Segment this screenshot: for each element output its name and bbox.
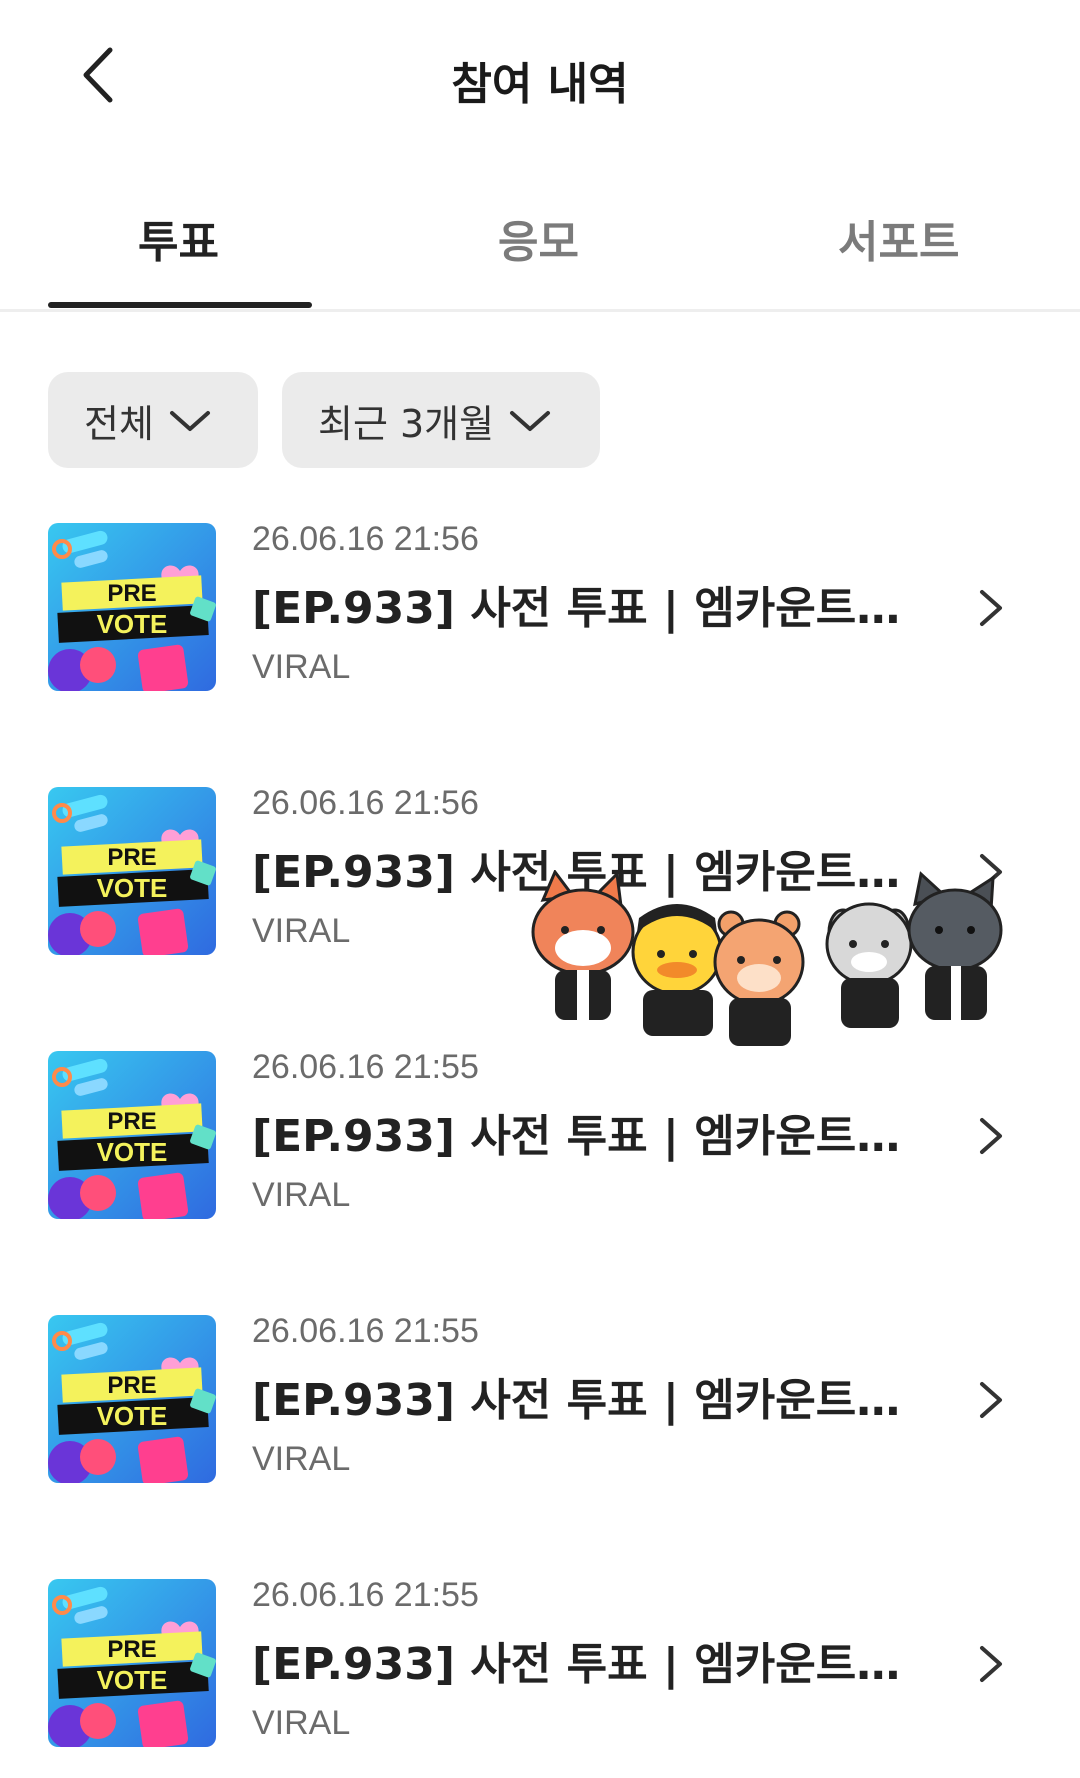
active-tab-indicator bbox=[48, 302, 312, 308]
thumb-line1: PRE bbox=[107, 1636, 156, 1663]
filter-period-label: 최근 3개월 bbox=[318, 401, 495, 446]
thumb-line2: VOTE bbox=[97, 1401, 168, 1431]
item-date: 26.06.16 21:56 bbox=[252, 520, 479, 558]
item-date: 26.06.16 21:55 bbox=[252, 1576, 479, 1614]
pre-vote-thumbnail: PRE VOTE bbox=[48, 523, 216, 691]
filter-period-dropdown[interactable]: 최근 3개월 bbox=[282, 372, 600, 468]
item-source: VIRAL bbox=[252, 648, 351, 686]
bear-character bbox=[713, 910, 805, 1046]
thumb-line2: VOTE bbox=[97, 1137, 168, 1167]
thumb-line1: PRE bbox=[107, 1372, 156, 1399]
chevron-right-icon bbox=[980, 1382, 1002, 1418]
filter-type-label: 전체 bbox=[84, 401, 154, 446]
chevron-down-icon bbox=[169, 411, 210, 431]
item-date: 26.06.16 21:55 bbox=[252, 1048, 479, 1086]
app-header: 참여 내역 bbox=[0, 0, 1080, 150]
thumb-line1: PRE bbox=[107, 580, 156, 607]
chevron-right-icon bbox=[980, 1118, 1002, 1154]
tab-bar: 투표 응모 서포트 bbox=[0, 180, 1080, 312]
filter-type-dropdown[interactable]: 전체 bbox=[48, 372, 258, 468]
item-source: VIRAL bbox=[252, 1440, 351, 1478]
item-source: VIRAL bbox=[252, 912, 351, 950]
list-item[interactable]: PRE VOTE 26.06.16 21:55 [EP.933] 사전 투표 |… bbox=[0, 1048, 1080, 1219]
item-source: VIRAL bbox=[252, 1704, 351, 1742]
list-item[interactable]: PRE VOTE 26.06.16 21:56 [EP.933] 사전 투표 |… bbox=[0, 520, 1080, 691]
thumb-line2: VOTE bbox=[97, 609, 168, 639]
item-title: [EP.933] 사전 투표 | 엠카운트다... bbox=[252, 583, 922, 634]
tab-support[interactable]: 서포트 bbox=[838, 206, 959, 270]
thumb-line1: PRE bbox=[107, 1108, 156, 1135]
character-sticker bbox=[531, 870, 1003, 1046]
item-date: 26.06.16 21:55 bbox=[252, 1312, 479, 1350]
item-title: [EP.933] 사전 투표 | 엠카운트다... bbox=[252, 1375, 922, 1426]
chick-character bbox=[631, 904, 723, 1036]
list-item[interactable]: PRE VOTE 26.06.16 21:55 [EP.933] 사전 투표 |… bbox=[0, 1576, 1080, 1747]
item-title: [EP.933] 사전 투표 | 엠카운트다... bbox=[252, 1111, 922, 1162]
pre-vote-thumbnail: PRE VOTE bbox=[48, 1579, 216, 1747]
page-title: 참여 내역 bbox=[451, 59, 629, 110]
chevron-right-icon bbox=[980, 590, 1002, 626]
pre-vote-thumbnail: PRE VOTE bbox=[48, 1315, 216, 1483]
chevron-right-icon bbox=[980, 1646, 1002, 1682]
item-date: 26.06.16 21:56 bbox=[252, 784, 479, 822]
cat-character bbox=[907, 871, 1003, 1020]
list-item[interactable]: PRE VOTE 26.06.16 21:55 [EP.933] 사전 투표 |… bbox=[0, 1312, 1080, 1483]
thumb-line1: PRE bbox=[107, 844, 156, 871]
puppy-character bbox=[825, 902, 913, 1028]
thumb-line2: VOTE bbox=[97, 1665, 168, 1695]
pre-vote-thumbnail: PRE VOTE bbox=[48, 787, 216, 955]
chevron-down-icon bbox=[510, 411, 551, 431]
fox-character bbox=[531, 870, 635, 1020]
item-title: [EP.933] 사전 투표 | 엠카운트다... bbox=[252, 1639, 922, 1690]
tab-entry[interactable]: 응모 bbox=[498, 206, 579, 270]
tab-vote[interactable]: 투표 bbox=[138, 206, 219, 270]
thumb-line2: VOTE bbox=[97, 873, 168, 903]
pre-vote-thumbnail: PRE VOTE bbox=[48, 1051, 216, 1219]
item-source: VIRAL bbox=[252, 1176, 351, 1214]
